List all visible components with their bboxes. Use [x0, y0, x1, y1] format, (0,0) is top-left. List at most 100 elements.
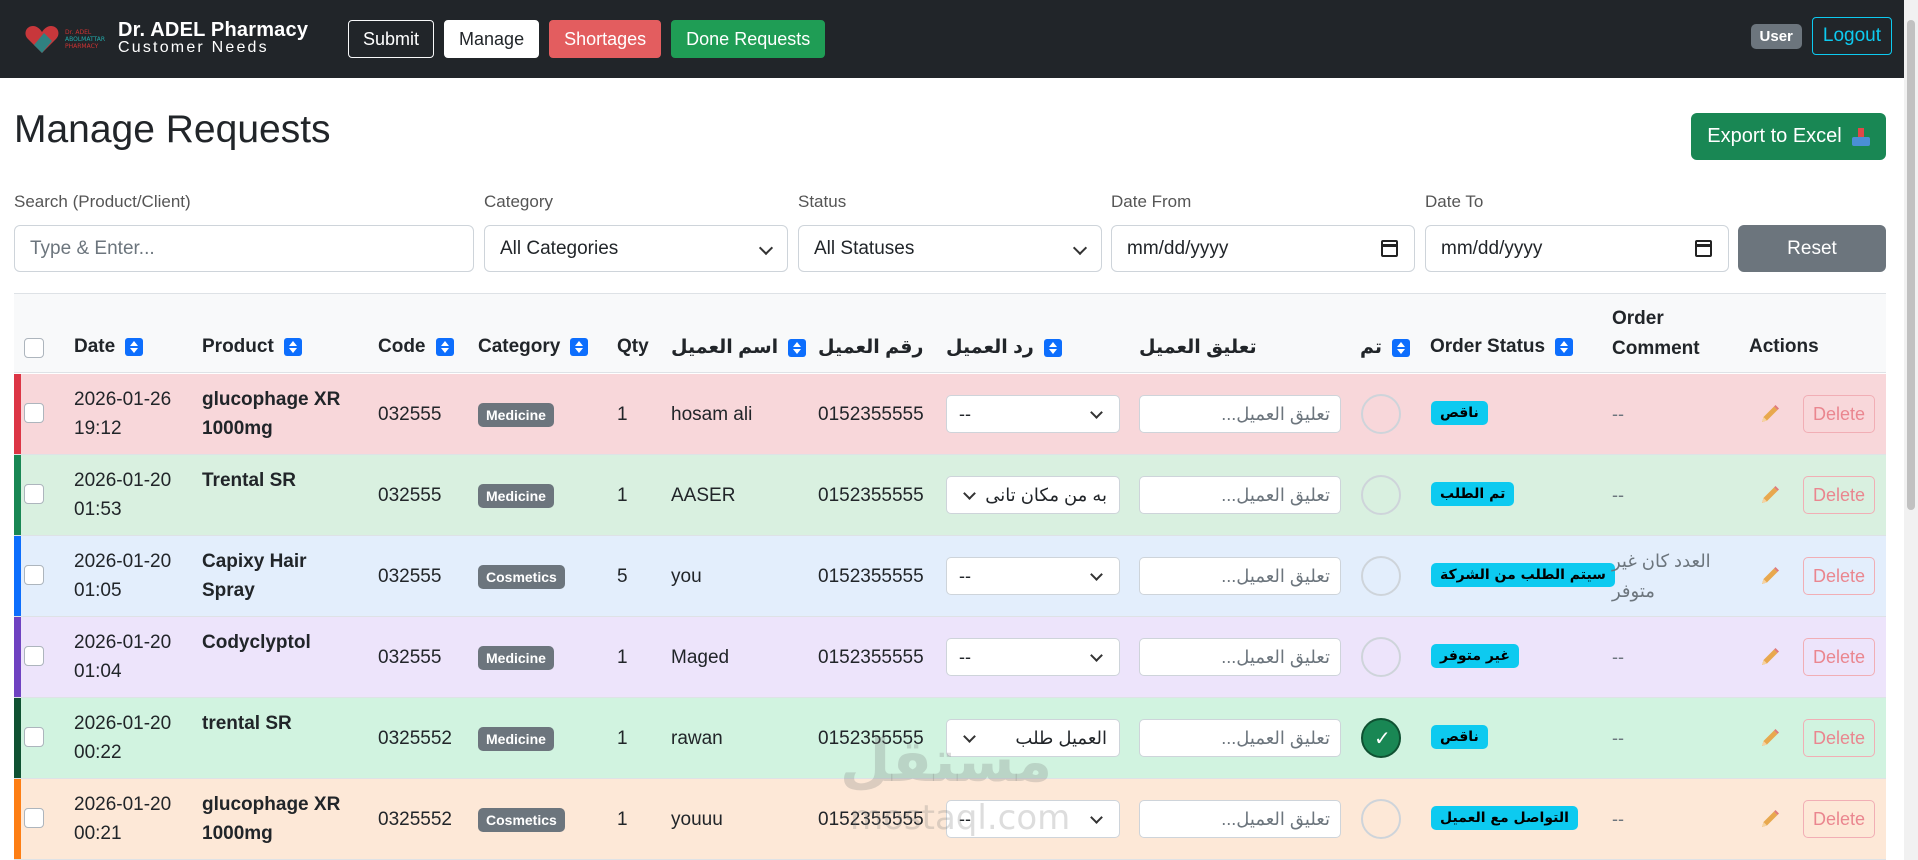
row-done-toggle[interactable] [1361, 799, 1401, 839]
nav-submit-button[interactable]: Submit [348, 20, 435, 58]
row-client-comment-input[interactable]: تعليق العميل... [1139, 638, 1341, 676]
row-done-toggle[interactable] [1361, 637, 1401, 677]
sort-icon[interactable] [570, 338, 589, 356]
select-all-checkbox[interactable] [24, 338, 44, 358]
row-category-badge: Medicine [478, 727, 554, 751]
row-order-comment-line1: العدد كان غير [1612, 551, 1711, 571]
nav-shortages-button[interactable]: Shortages [549, 20, 662, 58]
sort-icon[interactable] [435, 338, 454, 356]
download-tray-icon [1851, 127, 1870, 146]
page-title: Manage Requests [14, 108, 331, 151]
row-done-toggle[interactable] [1361, 718, 1401, 758]
logout-button[interactable]: Logout [1811, 17, 1892, 55]
pencil-icon[interactable] [1759, 565, 1781, 587]
category-select-value: All Categories [500, 237, 619, 259]
table-row: 2026-01-26 19:12 glucophage XR 1000mg 03… [14, 374, 1886, 455]
date-to-label: Date To [1425, 192, 1484, 211]
th-done[interactable]: تم [1360, 336, 1411, 359]
row-order-comment: -- [1612, 399, 1722, 429]
th-client-reply[interactable]: رد العميل [946, 336, 1062, 359]
row-status-bar [14, 779, 21, 859]
row-client-reply-select[interactable]: -- [946, 395, 1120, 433]
row-client-reply-select[interactable]: به من مكان تانى [946, 476, 1120, 514]
pencil-icon[interactable] [1759, 727, 1781, 749]
th-client-comment-label: تعليق العميل [1139, 337, 1257, 358]
row-code: 0325552 [378, 728, 452, 749]
pencil-icon[interactable] [1759, 484, 1781, 506]
row-product: trental SR [202, 709, 372, 738]
date-to-input[interactable]: mm/dd/yyyy [1425, 225, 1729, 272]
row-client-comment-input[interactable]: تعليق العميل... [1139, 557, 1341, 595]
row-checkbox[interactable] [24, 565, 44, 585]
th-client-comment: تعليق العميل [1139, 336, 1257, 359]
row-client-comment-input[interactable]: تعليق العميل... [1139, 476, 1341, 514]
row-checkbox[interactable] [24, 727, 44, 747]
reset-button[interactable]: Reset [1738, 225, 1886, 272]
row-product: Codyclyptol [202, 628, 372, 657]
category-select[interactable]: All Categories [484, 225, 788, 272]
row-done-toggle[interactable] [1361, 556, 1401, 596]
sort-icon[interactable] [1043, 338, 1062, 357]
calendar-icon[interactable] [1381, 240, 1398, 257]
calendar-icon[interactable] [1695, 240, 1712, 257]
th-date[interactable]: Date [74, 336, 144, 358]
row-checkbox[interactable] [24, 403, 44, 423]
row-checkbox[interactable] [24, 646, 44, 666]
row-delete-button[interactable]: Delete [1803, 557, 1875, 595]
row-client-comment-input[interactable]: تعليق العميل... [1139, 719, 1341, 757]
row-checkbox[interactable] [24, 808, 44, 828]
row-order-status-badge: تم الطلب [1431, 482, 1515, 506]
scrollbar-thumb[interactable] [1907, 20, 1915, 510]
status-select[interactable]: All Statuses [798, 225, 1102, 272]
chevron-down-icon [758, 240, 774, 256]
nav-manage-button[interactable]: Manage [444, 20, 540, 58]
th-client-name-label: اسم العميل [671, 337, 779, 358]
row-date-time: 00:21 [74, 823, 122, 844]
row-delete-button[interactable]: Delete [1803, 719, 1875, 757]
row-done-toggle[interactable] [1361, 475, 1401, 515]
th-category[interactable]: Category [478, 336, 589, 358]
row-delete-button[interactable]: Delete [1803, 800, 1875, 838]
search-input[interactable]: Type & Enter... [14, 225, 474, 272]
row-checkbox[interactable] [24, 484, 44, 504]
row-product-line1: trental SR [202, 713, 292, 734]
pencil-icon[interactable] [1759, 403, 1781, 425]
row-client-comment-input[interactable]: تعليق العميل... [1139, 395, 1341, 433]
row-delete-button[interactable]: Delete [1803, 638, 1875, 676]
row-order-comment-line1: -- [1612, 647, 1624, 667]
sort-icon[interactable] [788, 338, 807, 357]
row-client-reply-select[interactable]: -- [946, 638, 1120, 676]
nav-done-requests-button[interactable]: Done Requests [671, 20, 826, 58]
sort-icon[interactable] [283, 338, 302, 356]
export-excel-button[interactable]: Export to Excel [1691, 113, 1886, 160]
row-product: glucophage XR 1000mg [202, 385, 372, 443]
logo-line-3: PHARMACY [65, 42, 99, 50]
row-client-comment-input[interactable]: تعليق العميل... [1139, 800, 1341, 838]
th-product[interactable]: Product [202, 336, 302, 358]
th-client-number-label: رقم العميل [818, 337, 924, 358]
vertical-scrollbar[interactable] [1904, 0, 1918, 860]
th-code[interactable]: Code [378, 336, 454, 358]
row-order-status-badge: ناقص [1431, 401, 1488, 425]
row-qty: 1 [617, 647, 628, 668]
date-from-input[interactable]: mm/dd/yyyy [1111, 225, 1415, 272]
row-date: 2026-01-20 00:22 [74, 709, 171, 767]
sort-icon[interactable] [1555, 338, 1574, 356]
row-date: 2026-01-20 01:53 [74, 466, 171, 524]
sort-icon[interactable] [1392, 338, 1411, 357]
row-delete-button[interactable]: Delete [1803, 395, 1875, 433]
pharmacy-logo[interactable]: Dr. ADEL ABOLMATTAR PHARMACY [22, 14, 110, 64]
row-delete-button[interactable]: Delete [1803, 476, 1875, 514]
row-done-toggle[interactable] [1361, 394, 1401, 434]
sort-icon[interactable] [125, 338, 144, 356]
logo-line-2: ABOLMATTAR [65, 35, 106, 43]
pencil-icon[interactable] [1759, 646, 1781, 668]
brand-name: Dr. ADEL Pharmacy [118, 19, 309, 41]
brand-title[interactable]: Dr. ADEL Pharmacy Customer Needs [118, 19, 318, 57]
row-product-line1: Capixy Hair [202, 551, 307, 572]
pencil-icon[interactable] [1759, 808, 1781, 830]
th-client-name[interactable]: اسم العميل [671, 336, 807, 359]
row-date-day: 2026-01-20 [74, 551, 172, 572]
row-client-reply-select[interactable]: -- [946, 557, 1120, 595]
th-order-status[interactable]: Order Status [1430, 336, 1574, 358]
